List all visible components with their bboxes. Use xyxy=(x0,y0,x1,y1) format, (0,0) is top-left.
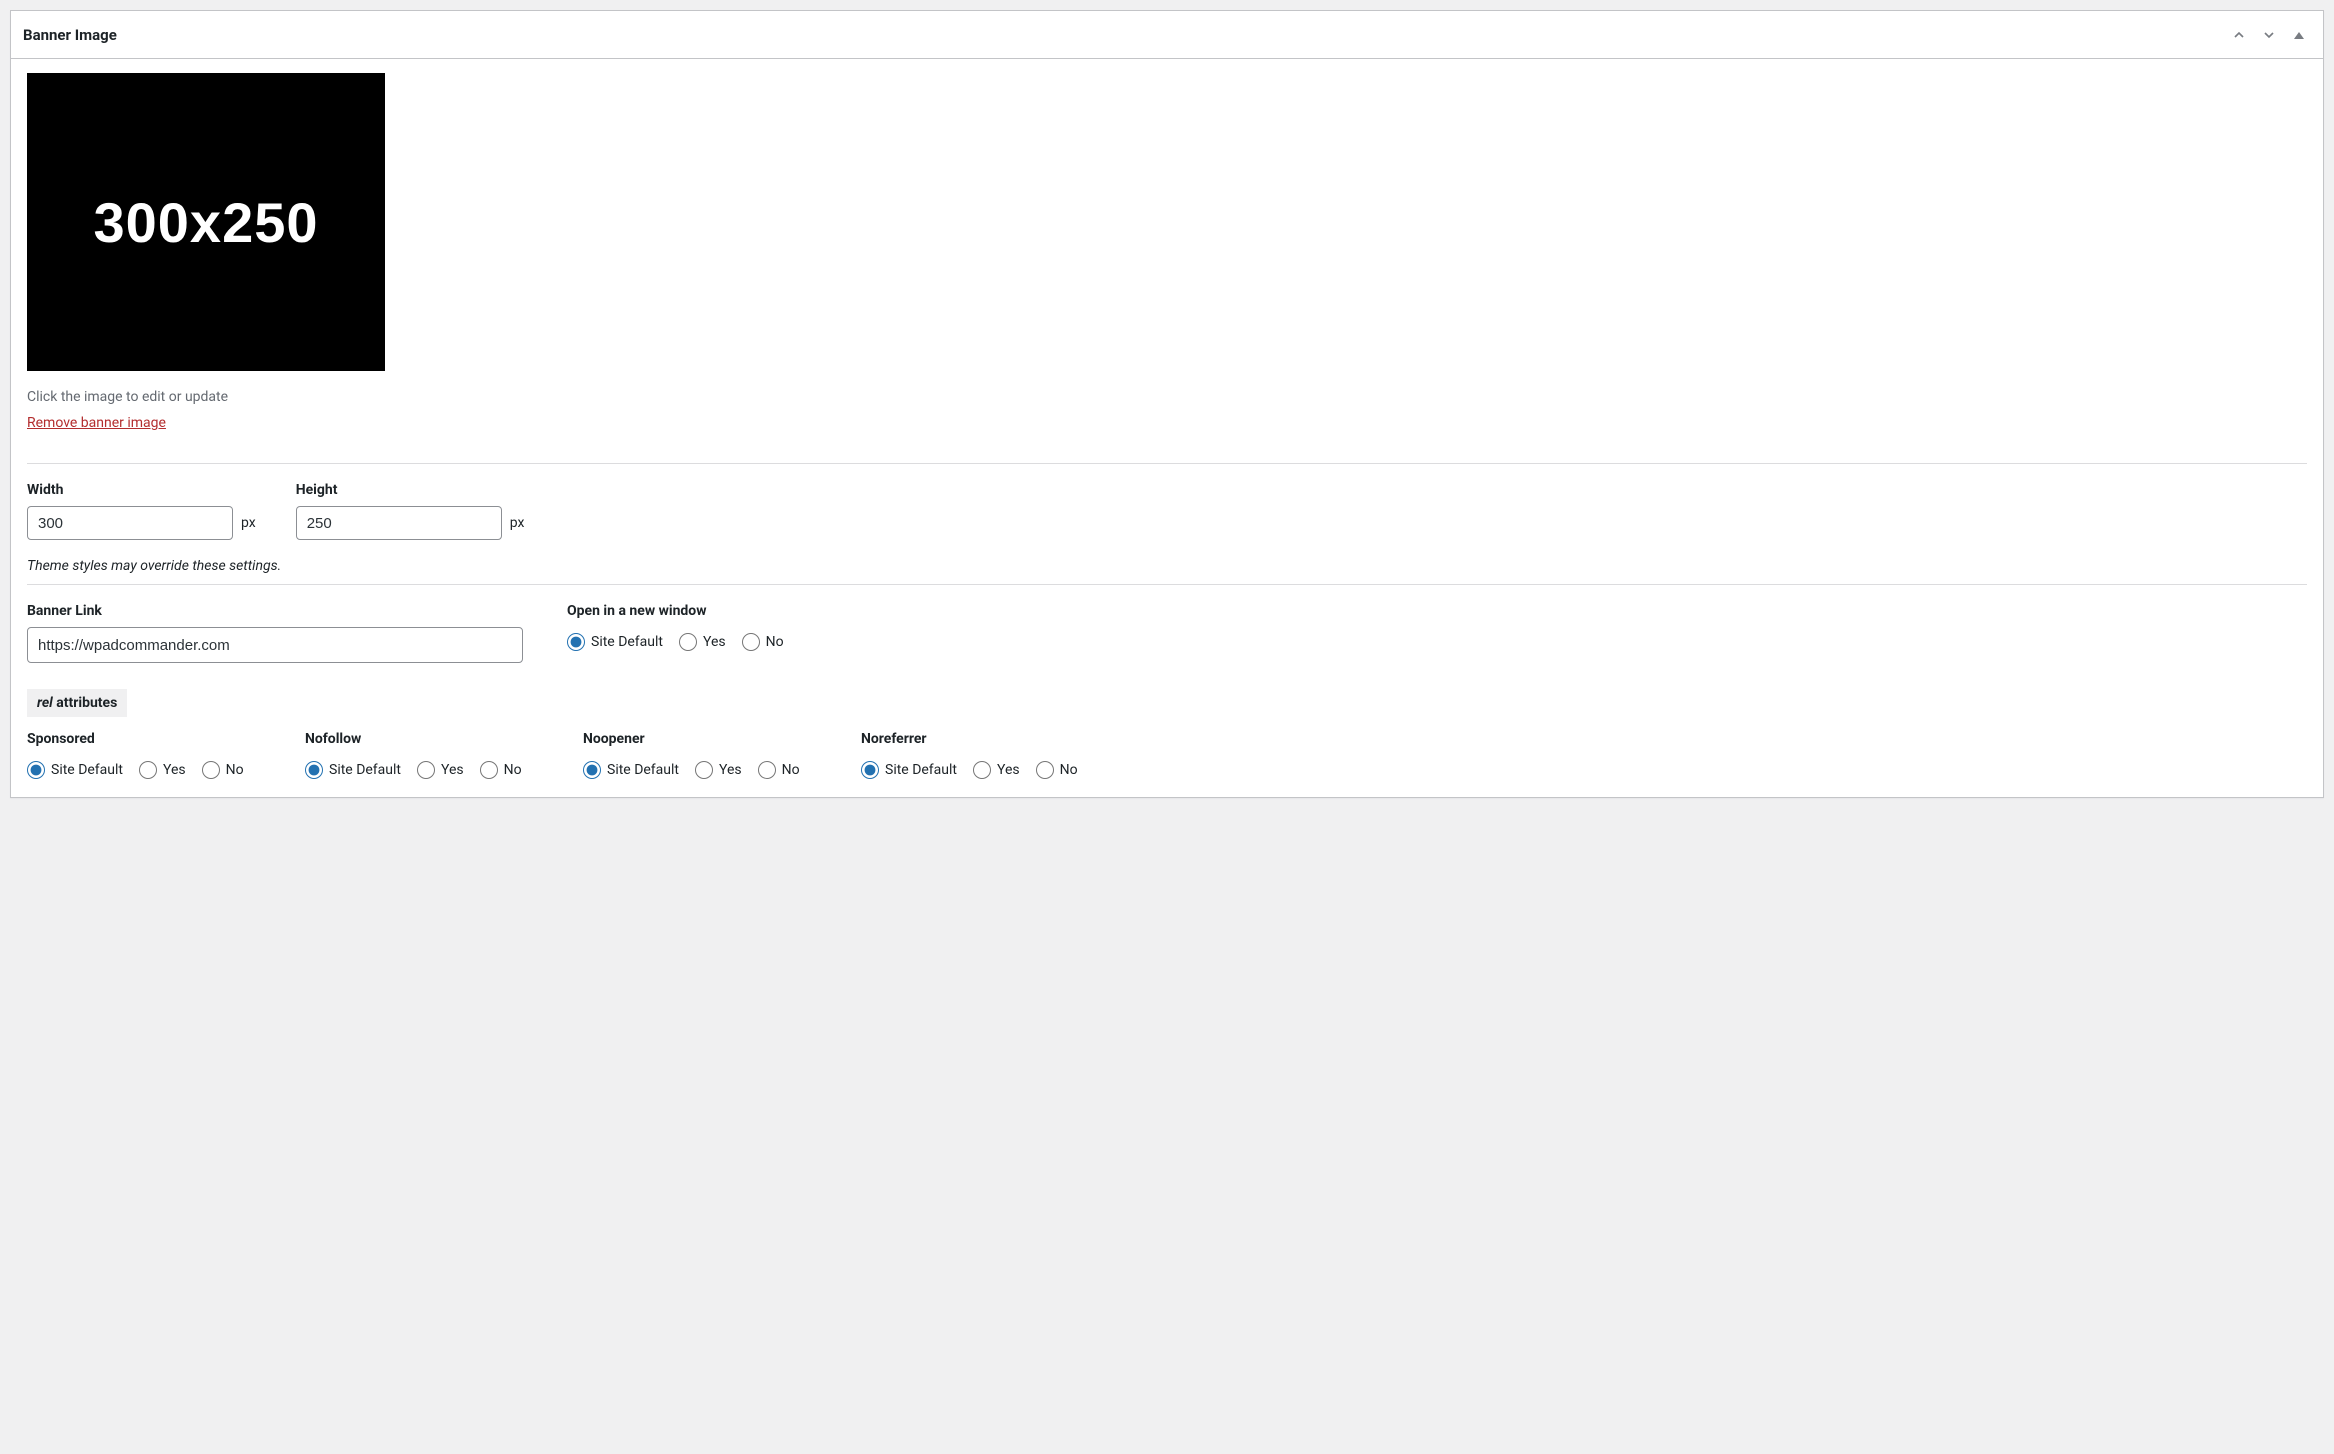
width-field-group: Width px xyxy=(27,482,256,540)
noreferrer-radio-row: Site Default Yes No xyxy=(861,761,1099,779)
sponsored-default-option[interactable]: Site Default xyxy=(27,761,123,779)
new-window-no-label: No xyxy=(766,634,784,650)
new-window-label: Open in a new window xyxy=(567,603,784,619)
rel-attributes-row: Sponsored Site Default Yes No xyxy=(27,731,2307,779)
noreferrer-no-radio[interactable] xyxy=(1036,761,1054,779)
nofollow-label: Nofollow xyxy=(305,731,543,747)
new-window-default-radio[interactable] xyxy=(567,633,585,651)
noreferrer-default-option[interactable]: Site Default xyxy=(861,761,957,779)
edit-image-hint: Click the image to edit or update xyxy=(27,389,2307,405)
triangle-up-icon xyxy=(2293,29,2305,41)
nofollow-group: Nofollow Site Default Yes No xyxy=(305,731,543,779)
noreferrer-yes-option[interactable]: Yes xyxy=(973,761,1020,779)
metabox-header: Banner Image xyxy=(11,11,2323,59)
new-window-radio-row: Site Default Yes No xyxy=(567,633,784,651)
sponsored-default-radio[interactable] xyxy=(27,761,45,779)
sponsored-group: Sponsored Site Default Yes No xyxy=(27,731,265,779)
noreferrer-default-label: Site Default xyxy=(885,762,957,778)
separator xyxy=(27,463,2307,464)
noreferrer-no-label: No xyxy=(1060,762,1078,778)
sponsored-radio-row: Site Default Yes No xyxy=(27,761,265,779)
sponsored-no-option[interactable]: No xyxy=(202,761,244,779)
width-input[interactable] xyxy=(27,506,233,540)
noreferrer-yes-label: Yes xyxy=(997,762,1020,778)
move-up-button[interactable] xyxy=(2227,23,2251,47)
noopener-default-radio[interactable] xyxy=(583,761,601,779)
height-unit: px xyxy=(510,515,525,531)
nofollow-default-option[interactable]: Site Default xyxy=(305,761,401,779)
noopener-no-label: No xyxy=(782,762,800,778)
nofollow-default-label: Site Default xyxy=(329,762,401,778)
nofollow-no-option[interactable]: No xyxy=(480,761,522,779)
separator xyxy=(27,584,2307,585)
noopener-yes-radio[interactable] xyxy=(695,761,713,779)
banner-image-metabox: Banner Image 300x250 Click the image to … xyxy=(10,10,2324,798)
new-window-field-group: Open in a new window Site Default Yes No xyxy=(567,603,784,663)
noreferrer-no-option[interactable]: No xyxy=(1036,761,1078,779)
noopener-yes-option[interactable]: Yes xyxy=(695,761,742,779)
theme-override-note: Theme styles may override these settings… xyxy=(27,558,2307,574)
new-window-yes-radio[interactable] xyxy=(679,633,697,651)
noopener-yes-label: Yes xyxy=(719,762,742,778)
new-window-default-label: Site Default xyxy=(591,634,663,650)
chevron-up-icon xyxy=(2231,27,2247,43)
link-row: Banner Link Open in a new window Site De… xyxy=(27,603,2307,663)
noopener-group: Noopener Site Default Yes No xyxy=(583,731,821,779)
metabox-body: 300x250 Click the image to edit or updat… xyxy=(11,59,2323,797)
noopener-radio-row: Site Default Yes No xyxy=(583,761,821,779)
sponsored-yes-radio[interactable] xyxy=(139,761,157,779)
noreferrer-default-radio[interactable] xyxy=(861,761,879,779)
dimensions-row: Width px Height px xyxy=(27,482,2307,540)
width-input-wrap: px xyxy=(27,506,256,540)
nofollow-default-radio[interactable] xyxy=(305,761,323,779)
rel-badge-word: attributes xyxy=(56,695,117,711)
banner-link-field-group: Banner Link xyxy=(27,603,527,663)
nofollow-yes-option[interactable]: Yes xyxy=(417,761,464,779)
noopener-label: Noopener xyxy=(583,731,821,747)
remove-banner-link[interactable]: Remove banner image xyxy=(27,415,166,431)
banner-placeholder-text: 300x250 xyxy=(93,190,318,255)
noopener-default-option[interactable]: Site Default xyxy=(583,761,679,779)
height-label: Height xyxy=(296,482,525,498)
new-window-no-radio[interactable] xyxy=(742,633,760,651)
nofollow-yes-radio[interactable] xyxy=(417,761,435,779)
new-window-no-option[interactable]: No xyxy=(742,633,784,651)
height-field-group: Height px xyxy=(296,482,525,540)
banner-link-input[interactable] xyxy=(27,627,523,663)
rel-badge-prefix: rel xyxy=(37,695,53,711)
nofollow-radio-row: Site Default Yes No xyxy=(305,761,543,779)
noopener-default-label: Site Default xyxy=(607,762,679,778)
move-down-button[interactable] xyxy=(2257,23,2281,47)
nofollow-no-label: No xyxy=(504,762,522,778)
rel-attributes-badge: rel attributes xyxy=(27,689,127,717)
new-window-yes-option[interactable]: Yes xyxy=(679,633,726,651)
noreferrer-yes-radio[interactable] xyxy=(973,761,991,779)
sponsored-yes-label: Yes xyxy=(163,762,186,778)
noopener-no-radio[interactable] xyxy=(758,761,776,779)
noreferrer-label: Noreferrer xyxy=(861,731,1099,747)
toggle-panel-button[interactable] xyxy=(2287,23,2311,47)
sponsored-default-label: Site Default xyxy=(51,762,123,778)
new-window-default-option[interactable]: Site Default xyxy=(567,633,663,651)
new-window-yes-label: Yes xyxy=(703,634,726,650)
width-label: Width xyxy=(27,482,256,498)
sponsored-no-radio[interactable] xyxy=(202,761,220,779)
metabox-actions xyxy=(2227,23,2311,47)
height-input[interactable] xyxy=(296,506,502,540)
sponsored-yes-option[interactable]: Yes xyxy=(139,761,186,779)
banner-image-preview[interactable]: 300x250 xyxy=(27,73,385,371)
chevron-down-icon xyxy=(2261,27,2277,43)
nofollow-yes-label: Yes xyxy=(441,762,464,778)
nofollow-no-radio[interactable] xyxy=(480,761,498,779)
noopener-no-option[interactable]: No xyxy=(758,761,800,779)
metabox-title: Banner Image xyxy=(23,26,117,44)
banner-link-label: Banner Link xyxy=(27,603,527,619)
height-input-wrap: px xyxy=(296,506,525,540)
sponsored-no-label: No xyxy=(226,762,244,778)
sponsored-label: Sponsored xyxy=(27,731,265,747)
width-unit: px xyxy=(241,515,256,531)
noreferrer-group: Noreferrer Site Default Yes No xyxy=(861,731,1099,779)
